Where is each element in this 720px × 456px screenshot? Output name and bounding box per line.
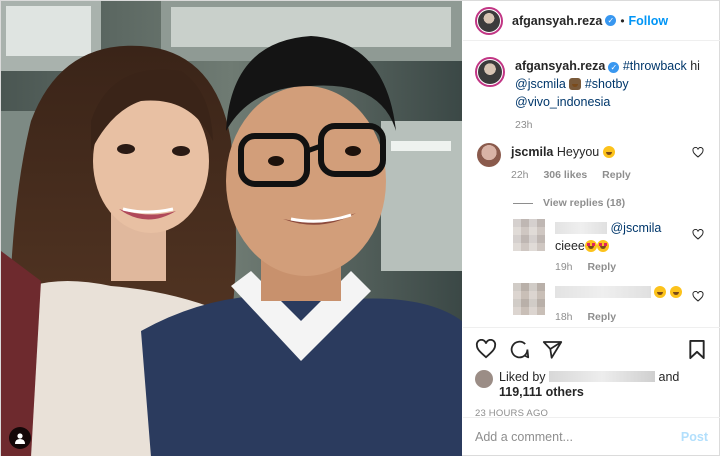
view-replies-button[interactable]: View replies (18) [513, 197, 708, 209]
reply-body: 18h Reply [555, 283, 682, 323]
add-comment-input[interactable] [475, 430, 681, 444]
smile-emoji-icon [602, 146, 615, 158]
reply-like-heart-icon[interactable] [692, 290, 704, 305]
caption-username[interactable]: afgansyah.reza [515, 59, 605, 73]
reply-text: @jscmila [555, 219, 661, 237]
reply-body: @jscmila cieee 19h Reply [555, 219, 661, 273]
reply-avatar-blurred[interactable] [513, 283, 545, 315]
action-icons [475, 336, 708, 362]
reply-mention[interactable]: @jscmila [610, 221, 661, 235]
person-emoji-icon [569, 78, 582, 90]
mention-jscmila[interactable]: @jscmila [515, 77, 566, 91]
reply-meta: 18h Reply [555, 311, 682, 323]
caption-word: hi [690, 59, 700, 73]
reply-message: cieee [555, 237, 661, 255]
blurred-username [555, 222, 607, 234]
reply-time[interactable]: 18h [555, 311, 573, 323]
reply-reply-button[interactable]: Reply [587, 311, 616, 323]
mention-vivo-indonesia[interactable]: @vivo_indonesia [515, 95, 610, 109]
caption: afgansyah.reza ✓ #throwback hi @jscmila #… [475, 57, 708, 131]
reply-row: @jscmila cieee 19h Reply [513, 219, 708, 273]
post-actions: Liked by and 119,111 others 23 HOURS AGO [463, 327, 720, 419]
follow-button[interactable]: Follow [629, 14, 669, 28]
comment-text: jscmila Heyyou [511, 143, 708, 161]
post-header: afgansyah.reza ✓ • Follow [463, 1, 720, 41]
caption-time[interactable]: 23h [515, 119, 533, 131]
caption-avatar[interactable] [475, 57, 505, 87]
comments-list[interactable]: afgansyah.reza ✓ #throwback hi @jscmila #… [463, 41, 720, 327]
likes-conjunction: and [658, 370, 680, 384]
reply-row: 18h Reply [513, 283, 708, 323]
reply-like-heart-icon[interactable] [692, 228, 704, 243]
commenter-avatar[interactable] [477, 143, 501, 167]
reply-text [555, 283, 682, 301]
likes-others-link[interactable]: 119,111 others [499, 385, 584, 399]
caption-text: afgansyah.reza ✓ #throwback hi @jscmila #… [515, 57, 708, 111]
comment-likes[interactable]: 306 likes [543, 169, 587, 181]
author-username[interactable]: afgansyah.reza [512, 14, 602, 28]
reply-avatar-blurred[interactable] [513, 219, 545, 251]
blurred-username [555, 286, 651, 298]
comment-body: jscmila Heyyou 22h 306 likes Reply [511, 143, 708, 181]
caption-body: afgansyah.reza ✓ #throwback hi @jscmila #… [515, 57, 708, 131]
comment-message: Heyyou [556, 145, 600, 159]
post-photo[interactable] [1, 1, 462, 456]
reply-reply-button[interactable]: Reply [587, 261, 616, 273]
comment-meta: 22h 306 likes Reply [511, 169, 708, 181]
likes-prefix: Liked by [499, 370, 546, 384]
comment-time[interactable]: 22h [511, 169, 529, 181]
verified-badge-icon: ✓ [608, 62, 620, 73]
bookmark-icon[interactable] [688, 339, 706, 360]
blurred-liker-name [549, 371, 656, 382]
hashtag-shotby[interactable]: #shotby [585, 77, 629, 91]
view-replies-label: View replies (18) [543, 197, 626, 209]
instagram-post: afgansyah.reza ✓ • Follow afgansyah.reza… [0, 0, 720, 456]
likes-summary: Liked by and 119,111 others [475, 370, 708, 400]
post-side-panel: afgansyah.reza ✓ • Follow afgansyah.reza… [463, 1, 720, 456]
comment-row: jscmila Heyyou 22h 306 likes Reply [475, 143, 708, 181]
comment-composer: Post [463, 417, 720, 456]
grinning-emoji-icon [654, 286, 667, 298]
comment-like-heart-icon[interactable] [692, 146, 704, 161]
replies-divider [513, 202, 533, 204]
heart-icon[interactable] [475, 339, 497, 359]
reply-time[interactable]: 19h [555, 261, 573, 273]
heart-eyes-emoji-icon [596, 240, 609, 252]
grinning-emoji-icon [669, 286, 682, 298]
caption-meta: 23h [515, 119, 708, 131]
post-comment-button[interactable]: Post [681, 430, 708, 444]
share-icon[interactable] [542, 339, 563, 359]
separator-dot: • [620, 13, 625, 28]
hashtag-throwback[interactable]: #throwback [623, 59, 687, 73]
selfie-photo [1, 1, 462, 456]
comment-icon[interactable] [509, 339, 530, 360]
comment-reply-button[interactable]: Reply [602, 169, 631, 181]
liker-avatar[interactable] [475, 370, 493, 388]
author-avatar[interactable] [475, 6, 503, 35]
user-tag-icon[interactable] [9, 427, 31, 449]
comment-username[interactable]: jscmila [511, 145, 553, 159]
grinning-emoji-icon [584, 240, 597, 252]
reply-meta: 19h Reply [555, 261, 661, 273]
verified-badge-icon: ✓ [605, 15, 617, 26]
likes-text: Liked by and 119,111 others [499, 370, 679, 400]
reply-message-text: cieee [555, 239, 585, 253]
